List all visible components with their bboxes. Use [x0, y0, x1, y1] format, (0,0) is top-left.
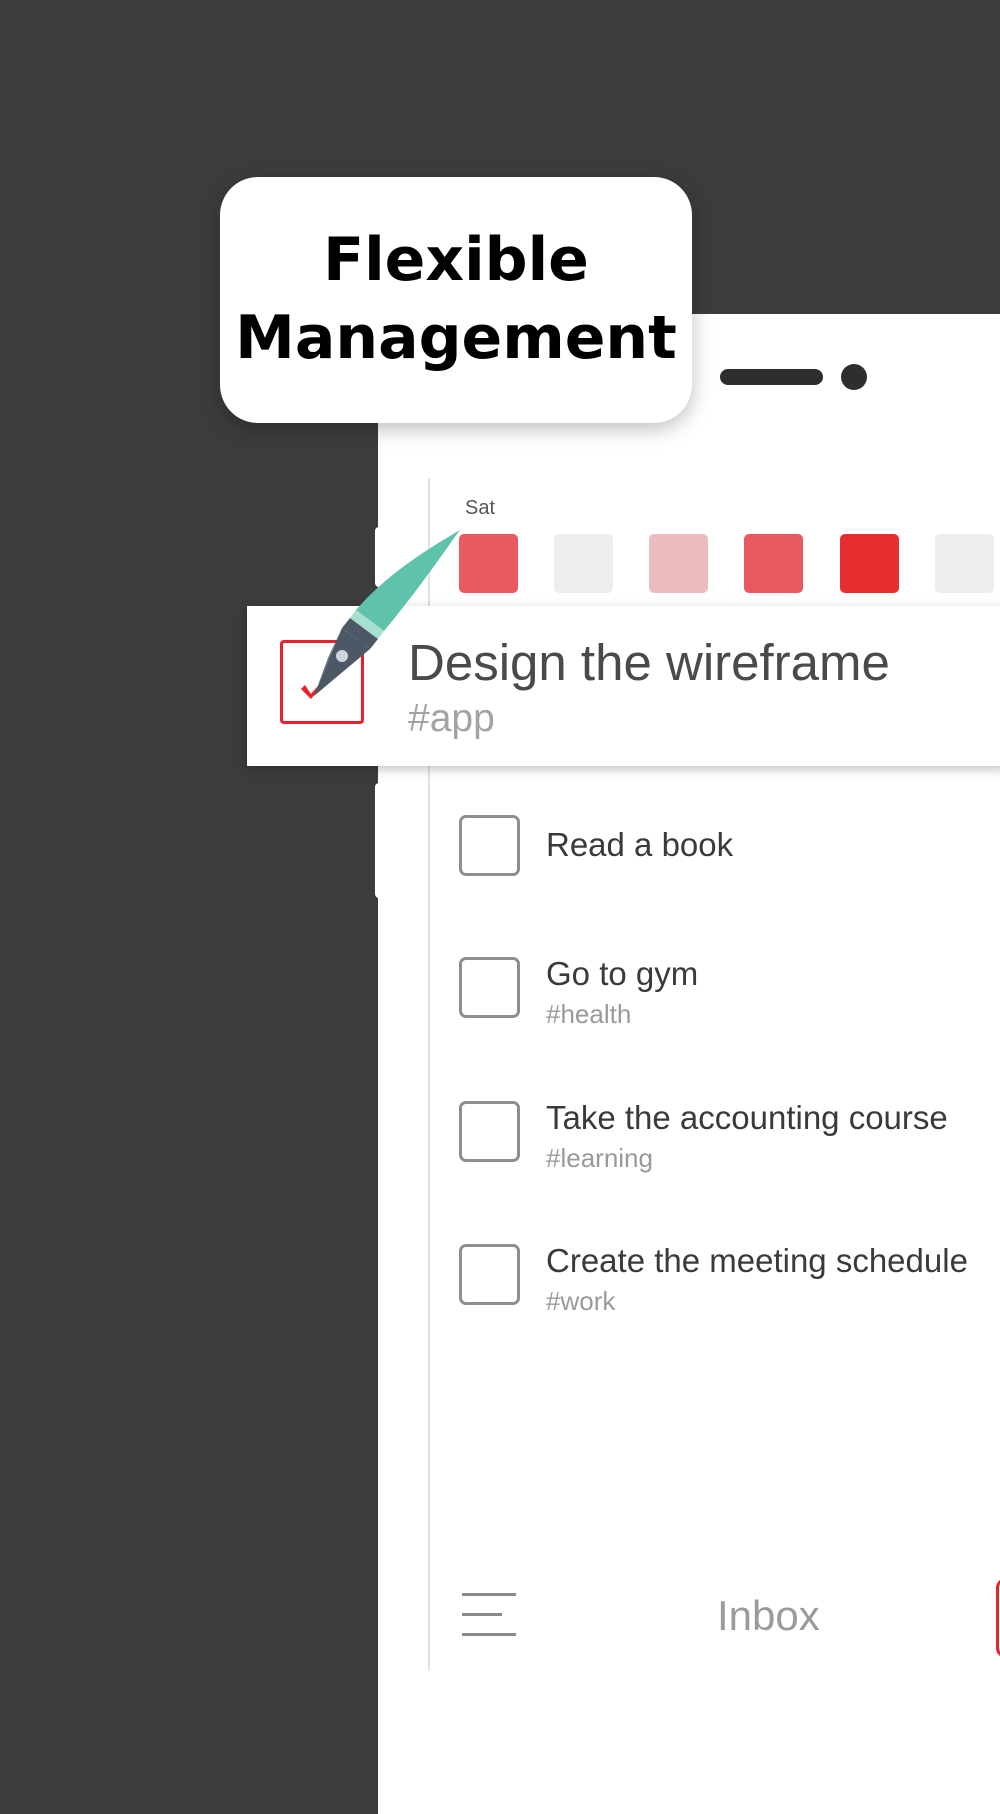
calendar-day[interactable]	[554, 534, 613, 593]
add-task-button[interactable]	[996, 1578, 1000, 1658]
calendar-day[interactable]	[935, 534, 994, 593]
task-tag: #learning	[546, 1143, 653, 1173]
calendar-day[interactable]	[840, 534, 899, 593]
bubble-title: Flexible Management	[235, 225, 677, 373]
task-checkbox[interactable]	[459, 957, 520, 1018]
speech-bubble: Flexible Management	[220, 177, 692, 423]
featured-task-title: Design the wireframe	[408, 634, 890, 691]
task-checkbox[interactable]	[459, 1244, 520, 1305]
task-title: Create the meeting schedule	[546, 1242, 968, 1279]
menu-icon[interactable]	[462, 1593, 516, 1653]
bottom-bar-title: Inbox	[717, 1592, 820, 1639]
phone-side-button	[375, 783, 385, 898]
calendar-day[interactable]	[649, 534, 708, 593]
task-tag: #work	[546, 1286, 616, 1316]
phone-camera	[841, 364, 867, 390]
calendar-day[interactable]	[744, 534, 803, 593]
task-tag: #health	[546, 999, 632, 1029]
task-checkbox[interactable]	[459, 1101, 520, 1162]
task-title: Go to gym	[546, 955, 699, 992]
speech-bubble-tail	[480, 418, 570, 502]
phone-speaker	[720, 369, 823, 385]
task-checkbox[interactable]	[459, 815, 520, 876]
task-title: Read a book	[546, 826, 734, 863]
pen-icon	[314, 530, 460, 696]
task-title: Take the accounting course	[546, 1099, 948, 1136]
